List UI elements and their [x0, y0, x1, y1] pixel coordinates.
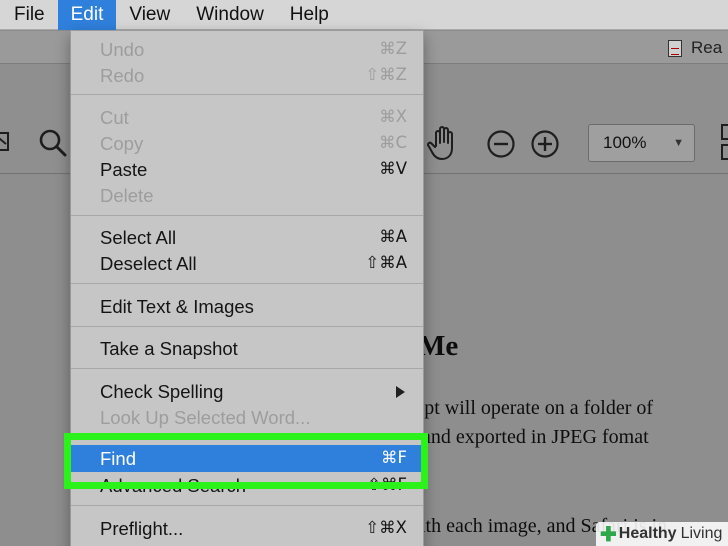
menu-item-copy[interactable]: Copy ⌘C — [71, 130, 423, 156]
menu-separator — [71, 94, 423, 95]
menu-separator — [71, 326, 423, 327]
document-heading: Me — [418, 330, 459, 362]
menu-separator — [71, 368, 423, 369]
menu-help[interactable]: Help — [277, 0, 342, 30]
menu-edit[interactable]: Edit — [57, 0, 117, 30]
menu-item-redo[interactable]: Redo ⇧⌘Z — [71, 62, 423, 88]
page-view-icon[interactable] — [720, 124, 728, 160]
menu-item-deselect-all[interactable]: Deselect All ⇧⌘A — [71, 250, 423, 276]
hand-tool-icon[interactable] — [427, 124, 461, 162]
highlight-annotation-box — [64, 433, 428, 489]
menu-item-undo[interactable]: Undo ⌘Z — [71, 36, 423, 62]
envelope-icon[interactable] — [0, 132, 10, 152]
watermark-logo: ✚ Healthy Living — [596, 522, 728, 546]
document-text-line: , and exported in JPEG fomat — [412, 426, 649, 448]
menu-item-delete[interactable]: Delete — [71, 182, 423, 208]
watermark-brand-rest: Living — [680, 525, 723, 542]
plus-cross-icon: ✚ — [600, 523, 617, 546]
menu-item-preflight[interactable]: Preflight... ⇧⌘X — [71, 515, 423, 541]
zoom-out-icon[interactable] — [486, 129, 516, 159]
pdf-file-icon — [668, 39, 682, 57]
menu-view[interactable]: View — [116, 0, 183, 30]
menu-file[interactable]: File — [0, 0, 58, 30]
menu-separator — [71, 505, 423, 506]
zoom-in-icon[interactable] — [530, 129, 560, 159]
menu-window[interactable]: Window — [183, 0, 277, 30]
document-tab-label: Rea — [691, 38, 723, 57]
menu-item-cut[interactable]: Cut ⌘X — [71, 104, 423, 130]
submenu-arrow-icon — [396, 386, 405, 398]
menu-item-paste[interactable]: Paste ⌘V — [71, 156, 423, 182]
watermark-brand-bold: Healthy — [618, 525, 677, 542]
menu-separator — [71, 283, 423, 284]
document-tab[interactable]: Rea — [668, 36, 722, 60]
document-text-line: ript will operate on a folder of — [412, 397, 654, 419]
menu-separator — [71, 215, 423, 216]
menu-item-edit-text-images[interactable]: Edit Text & Images — [71, 293, 423, 319]
menu-item-check-spelling[interactable]: Check Spelling — [71, 378, 423, 404]
menu-bar: File Edit View Window Help — [0, 0, 728, 30]
zoom-level-select[interactable]: 100% ▼ — [588, 124, 695, 162]
zoom-level-value: 100% — [603, 133, 647, 152]
search-icon[interactable] — [38, 128, 68, 158]
chevron-down-icon: ▼ — [673, 137, 684, 149]
menu-item-select-all[interactable]: Select All ⌘A — [71, 224, 423, 250]
menu-item-take-snapshot[interactable]: Take a Snapshot — [71, 335, 423, 361]
menu-item-look-up[interactable]: Look Up Selected Word... — [71, 404, 423, 430]
